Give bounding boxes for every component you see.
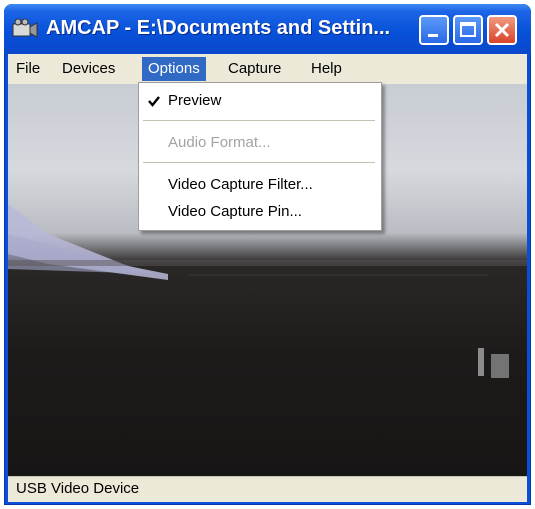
menu-options[interactable]: Options: [142, 57, 206, 81]
minimize-icon: [428, 34, 438, 37]
menu-item-label: Audio Format...: [168, 134, 271, 151]
menu-item-video-capture-filter[interactable]: Video Capture Filter...: [139, 173, 381, 197]
close-button[interactable]: [487, 15, 517, 45]
title-bar[interactable]: AMCAP - E:\Documents and Settin...: [4, 4, 531, 54]
checkmark-icon: [148, 96, 160, 107]
maximize-icon: [460, 22, 476, 37]
maximize-button[interactable]: [453, 15, 483, 45]
minimize-button[interactable]: [419, 15, 449, 45]
window-title: AMCAP - E:\Documents and Settin...: [46, 17, 391, 39]
menu-item-video-capture-pin[interactable]: Video Capture Pin...: [139, 200, 381, 224]
app-camera-icon: [12, 18, 38, 38]
menu-bar: File Devices Options Capture Help: [8, 54, 527, 84]
status-bar: USB Video Device: [8, 476, 527, 502]
menu-file[interactable]: File: [10, 57, 46, 81]
status-text: USB Video Device: [16, 480, 140, 497]
menu-capture[interactable]: Capture: [222, 57, 287, 81]
amcap-window: AMCAP - E:\Documents and Settin... File …: [4, 4, 531, 505]
menu-separator: [143, 120, 375, 121]
menu-item-preview[interactable]: Preview: [139, 89, 381, 113]
menu-item-label: Video Capture Pin...: [168, 203, 302, 220]
menu-item-audio-format: Audio Format...: [139, 131, 381, 155]
menu-devices[interactable]: Devices: [56, 57, 121, 81]
menu-help[interactable]: Help: [305, 57, 348, 81]
menu-item-label: Preview: [168, 92, 222, 109]
close-icon: [494, 22, 510, 38]
menu-separator: [143, 162, 375, 163]
options-dropdown-menu: Preview Audio Format... Video Capture Fi…: [138, 82, 382, 231]
menu-item-label: Video Capture Filter...: [168, 176, 313, 193]
